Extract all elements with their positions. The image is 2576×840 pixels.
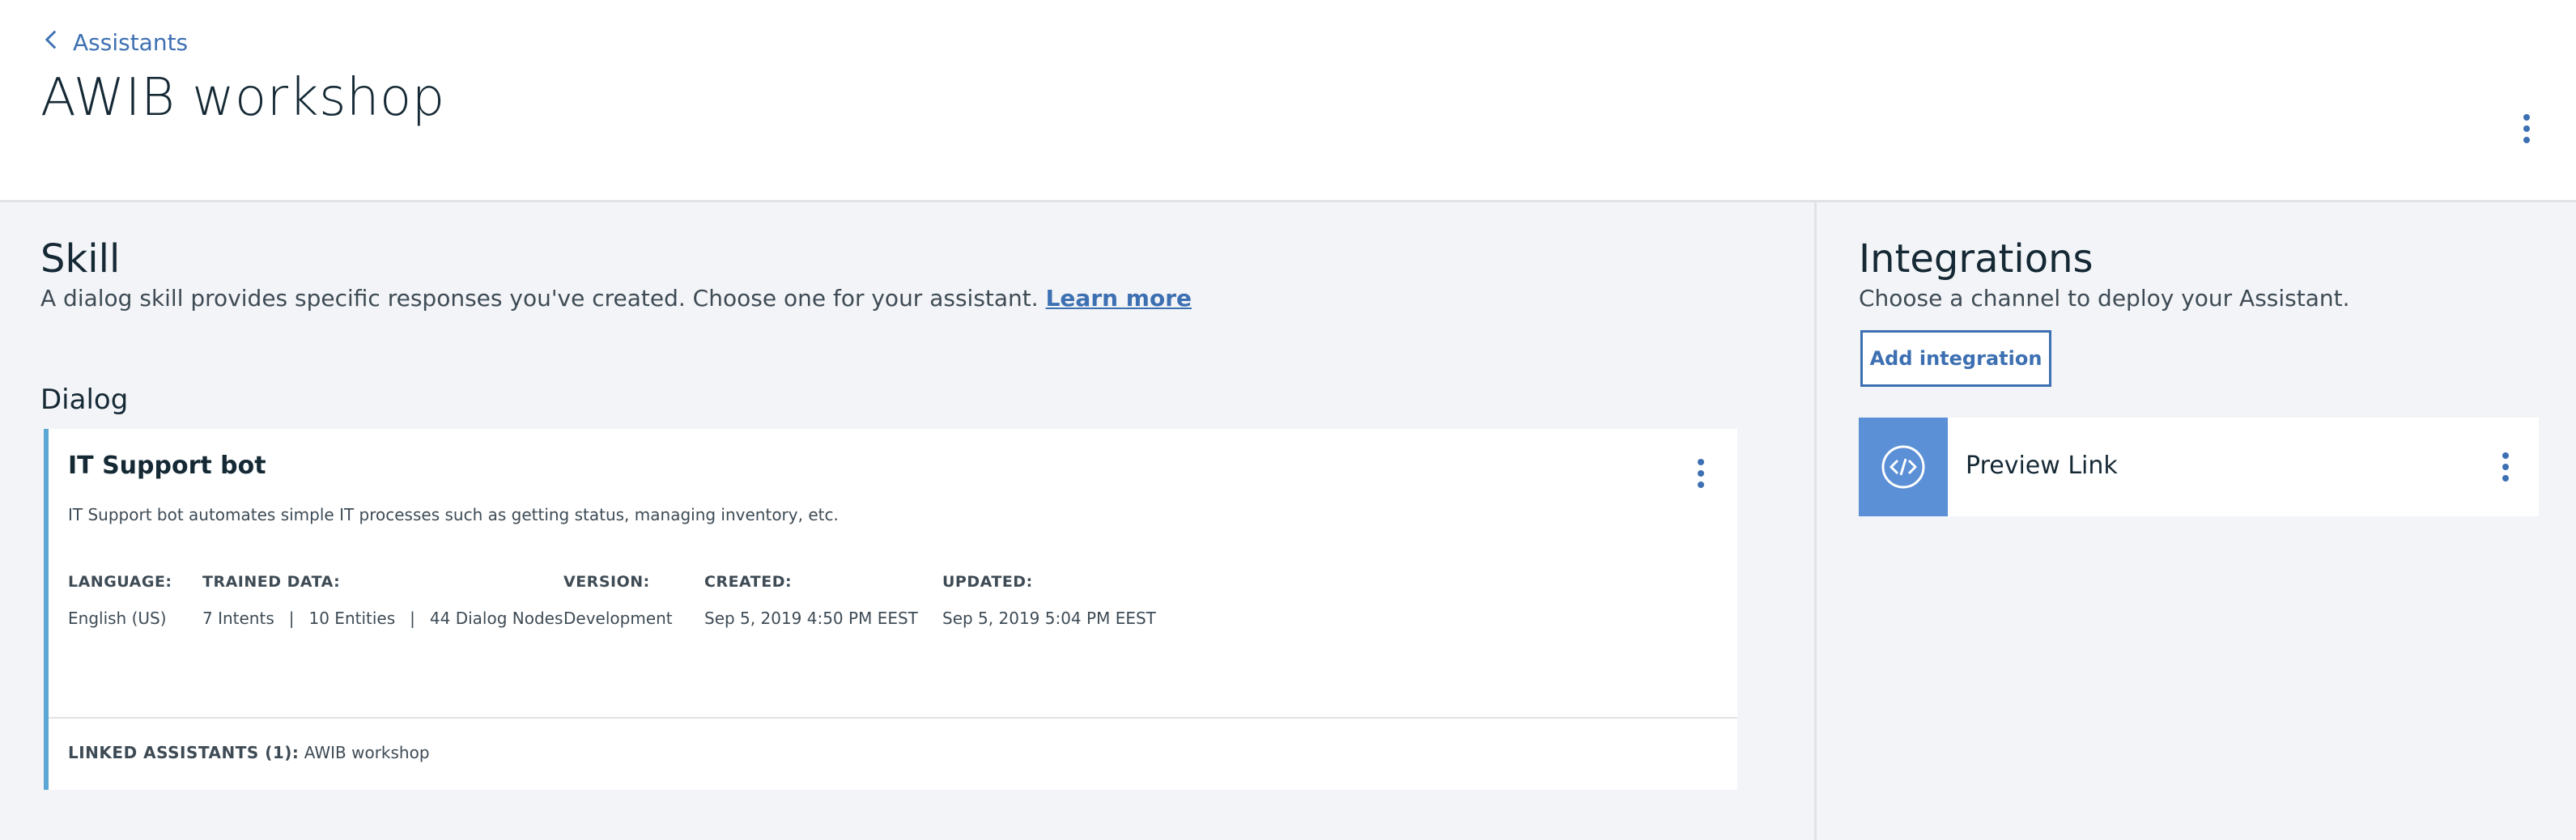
updated-value: Sep 5, 2019 5:04 PM EEST <box>942 609 1156 628</box>
add-integration-button[interactable]: Add integration <box>1860 330 2051 387</box>
version-label: VERSION: <box>563 573 650 591</box>
separator: | <box>410 609 415 628</box>
skill-description: IT Support bot automates simple IT proce… <box>68 505 839 524</box>
version-value: Development <box>563 609 673 628</box>
integration-name: Preview Link <box>1966 452 2118 480</box>
card-divider <box>49 717 1737 719</box>
code-icon <box>1859 418 1948 516</box>
linked-assistants-label: LINKED ASSISTANTS (1): <box>68 743 300 762</box>
linked-assistants: LINKED ASSISTANTS (1): AWIB workshop <box>68 743 430 762</box>
updated-label: UPDATED: <box>942 573 1033 591</box>
trained-data-label: TRAINED DATA: <box>202 573 341 591</box>
integrations-title: Integrations <box>1859 236 2094 282</box>
created-meta: CREATED: Sep 5, 2019 4:50 PM EEST <box>704 573 918 628</box>
skill-name[interactable]: IT Support bot <box>68 452 266 480</box>
created-label: CREATED: <box>704 573 793 591</box>
version-meta: VERSION: Development <box>563 573 673 628</box>
integration-overflow-menu-icon[interactable] <box>2493 447 2518 487</box>
trained-data-value: 7 Intents | 10 Entities | 44 Dialog Nodes <box>202 609 563 628</box>
integration-tile-preview-link[interactable]: Preview Link <box>1859 418 2539 516</box>
language-meta: LANGUAGE: English (US) <box>68 573 172 628</box>
language-label: LANGUAGE: <box>68 573 172 591</box>
integrations-description: Choose a channel to deploy your Assistan… <box>1859 285 2350 312</box>
linked-assistants-value: AWIB workshop <box>304 743 430 762</box>
skill-section-title: Skill <box>40 236 121 282</box>
dialog-nodes-count: 44 Dialog Nodes <box>429 609 563 628</box>
skill-description-text: A dialog skill provides specific respons… <box>40 285 1039 312</box>
dialog-heading: Dialog <box>40 384 129 416</box>
back-to-assistants-link[interactable]: Assistants <box>42 24 188 60</box>
section-divider <box>1814 202 1817 840</box>
trained-data-meta: TRAINED DATA: 7 Intents | 10 Entities | 44 D… <box>202 573 563 628</box>
learn-more-link[interactable]: Learn more <box>1046 285 1192 312</box>
page-header: Assistants AWIB workshop <box>0 0 2576 202</box>
intents-count: 7 Intents <box>202 609 274 628</box>
language-value: English (US) <box>68 609 167 628</box>
back-link-label: Assistants <box>73 28 189 56</box>
chevron-left-icon <box>42 29 60 56</box>
assistant-overflow-menu-icon[interactable] <box>2514 108 2539 149</box>
separator: | <box>288 609 295 628</box>
skill-card[interactable]: IT Support bot IT Support bot automates … <box>44 429 1737 790</box>
entities-count: 10 Entities <box>308 609 396 628</box>
updated-meta: UPDATED: Sep 5, 2019 5:04 PM EEST <box>942 573 1156 628</box>
created-value: Sep 5, 2019 4:50 PM EEST <box>704 609 918 628</box>
skill-section-description: A dialog skill provides specific respons… <box>40 285 1192 312</box>
page-title: AWIB workshop <box>40 68 445 128</box>
skill-overflow-menu-icon[interactable] <box>1689 453 1713 494</box>
